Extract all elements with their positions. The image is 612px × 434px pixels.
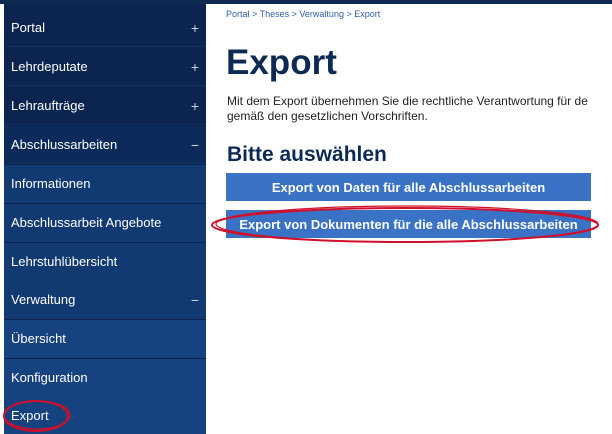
sidebar-item-label: Lehrstuhlübersicht (11, 254, 118, 269)
sidebar-item-konfiguration[interactable]: Konfiguration (4, 359, 206, 397)
plus-icon[interactable]: + (190, 9, 200, 47)
minus-icon[interactable]: − (190, 126, 200, 164)
sidebar-item-label: Abschlussarbeit Angebote (11, 215, 162, 230)
sidebar-item-export[interactable]: Export (4, 397, 206, 434)
main-content: Portal > Theses > Verwaltung > Export Ex… (206, 4, 612, 434)
sidebar-item-uebersicht[interactable]: Übersicht (4, 320, 206, 358)
breadcrumb-separator: > (252, 9, 260, 19)
breadcrumb-link-verwaltung[interactable]: Verwaltung (299, 9, 344, 19)
intro-text: Mit dem Export übernehmen Sie die rechtl… (227, 94, 612, 124)
intro-line: gemäß den gesetzlichen Vorschriften. (227, 109, 428, 123)
sidebar-item-informationen[interactable]: Informationen (4, 165, 206, 203)
export-documents-button[interactable]: Export von Dokumenten für die alle Absch… (226, 210, 591, 238)
sidebar-item-label: Abschlussarbeiten (11, 137, 118, 152)
sidebar-item-label: Übersicht (11, 331, 66, 346)
sidebar-item-label: Verwaltung (11, 292, 76, 307)
breadcrumb-link-theses[interactable]: Theses (260, 9, 290, 19)
sidebar-item-verwaltung[interactable]: Verwaltung − (4, 281, 206, 319)
intro-line: Mit dem Export übernehmen Sie die rechtl… (227, 94, 588, 108)
breadcrumb-link-portal[interactable]: Portal (226, 9, 250, 19)
sidebar-item-lehrauftraege[interactable]: Lehraufträge + (4, 87, 206, 125)
sidebar-item-abschlussarbeiten[interactable]: Abschlussarbeiten − (4, 126, 206, 164)
sidebar-item-label: Konfiguration (11, 370, 88, 385)
sidebar-item-label: Lehrdeputate (11, 59, 88, 74)
sidebar-item-label: Lehraufträge (11, 98, 85, 113)
sidebar-item-label: Portal (11, 20, 45, 35)
plus-icon[interactable]: + (190, 87, 200, 125)
plus-icon[interactable]: + (190, 48, 200, 86)
breadcrumb: Portal > Theses > Verwaltung > Export (226, 9, 380, 19)
sidebar-nav: Portal + Lehrdeputate + Lehraufträge + A… (0, 4, 206, 434)
sidebar-item-abschlussarbeit-angebote[interactable]: Abschlussarbeit Angebote (4, 204, 206, 242)
export-data-button[interactable]: Export von Daten für alle Abschlussarbei… (226, 173, 591, 201)
breadcrumb-link-export[interactable]: Export (354, 9, 380, 19)
minus-icon[interactable]: − (190, 281, 200, 319)
page-title: Export (226, 43, 337, 82)
sidebar-item-lehrdeputate[interactable]: Lehrdeputate + (4, 48, 206, 86)
section-title: Bitte auswählen (227, 143, 387, 166)
sidebar-item-portal[interactable]: Portal + (4, 9, 206, 47)
sidebar-item-label: Informationen (11, 176, 91, 191)
sidebar-item-label: Export (11, 408, 49, 423)
sidebar-item-lehrstuhluebersicht[interactable]: Lehrstuhlübersicht (4, 243, 206, 281)
